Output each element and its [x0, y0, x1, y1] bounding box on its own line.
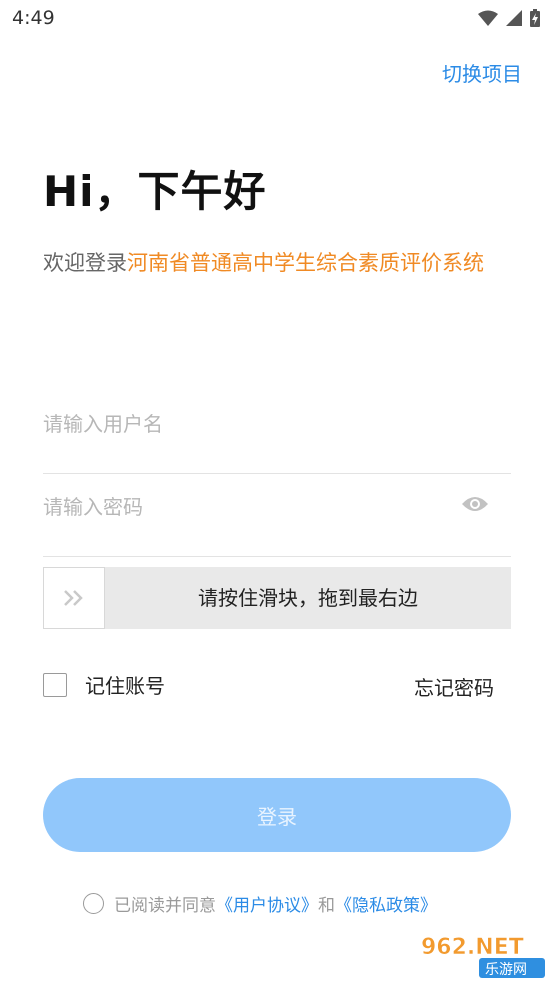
password-input[interactable] — [43, 490, 443, 524]
login-button[interactable]: 登录 — [43, 778, 511, 852]
switch-project-link[interactable]: 切换项目 — [442, 58, 522, 87]
slider-handle[interactable] — [43, 567, 105, 629]
password-field — [43, 476, 511, 557]
status-time: 4:49 — [12, 7, 55, 29]
system-name: 河南省普通高中学生综合素质评价系统 — [127, 251, 484, 275]
captcha-slider: 请按住滑块，拖到最右边 — [43, 567, 511, 629]
privacy-policy-link[interactable]: 《隐私政策》 — [335, 891, 437, 916]
agreement-and: 和 — [318, 896, 335, 916]
forgot-password-link[interactable]: 忘记密码 — [414, 672, 494, 701]
greeting-title: Hi，下午好 — [43, 167, 267, 216]
agreement-prefix: 已阅读并同意 — [114, 896, 216, 916]
watermark-logo: 962.NET 乐游网 — [421, 935, 545, 978]
username-field — [43, 393, 511, 474]
welcome-prefix: 欢迎登录 — [43, 251, 127, 275]
agreement-row: 已阅读并同意 《用户协议》 和 《隐私政策》 — [83, 891, 437, 916]
status-icons — [478, 9, 540, 27]
remember-checkbox[interactable] — [43, 672, 67, 697]
status-bar: 4:49 — [0, 0, 554, 38]
welcome-text: 欢迎登录河南省普通高中学生综合素质评价系统 — [43, 245, 533, 281]
watermark-brand: 962.NET — [421, 935, 524, 960]
double-chevron-right-icon — [64, 590, 83, 606]
eye-icon[interactable] — [461, 494, 489, 514]
slider-hint: 请按住滑块，拖到最右边 — [198, 586, 418, 610]
user-agreement-link[interactable]: 《用户协议》 — [216, 891, 318, 916]
remember-label: 记住账号 — [85, 674, 165, 698]
battery-icon — [530, 9, 540, 27]
username-input[interactable] — [43, 407, 443, 441]
remember-account[interactable]: 记住账号 — [43, 670, 165, 699]
signal-icon — [506, 10, 522, 26]
watermark-sub: 乐游网 — [485, 962, 527, 978]
agreement-radio[interactable] — [83, 893, 104, 914]
wifi-icon — [478, 10, 498, 26]
